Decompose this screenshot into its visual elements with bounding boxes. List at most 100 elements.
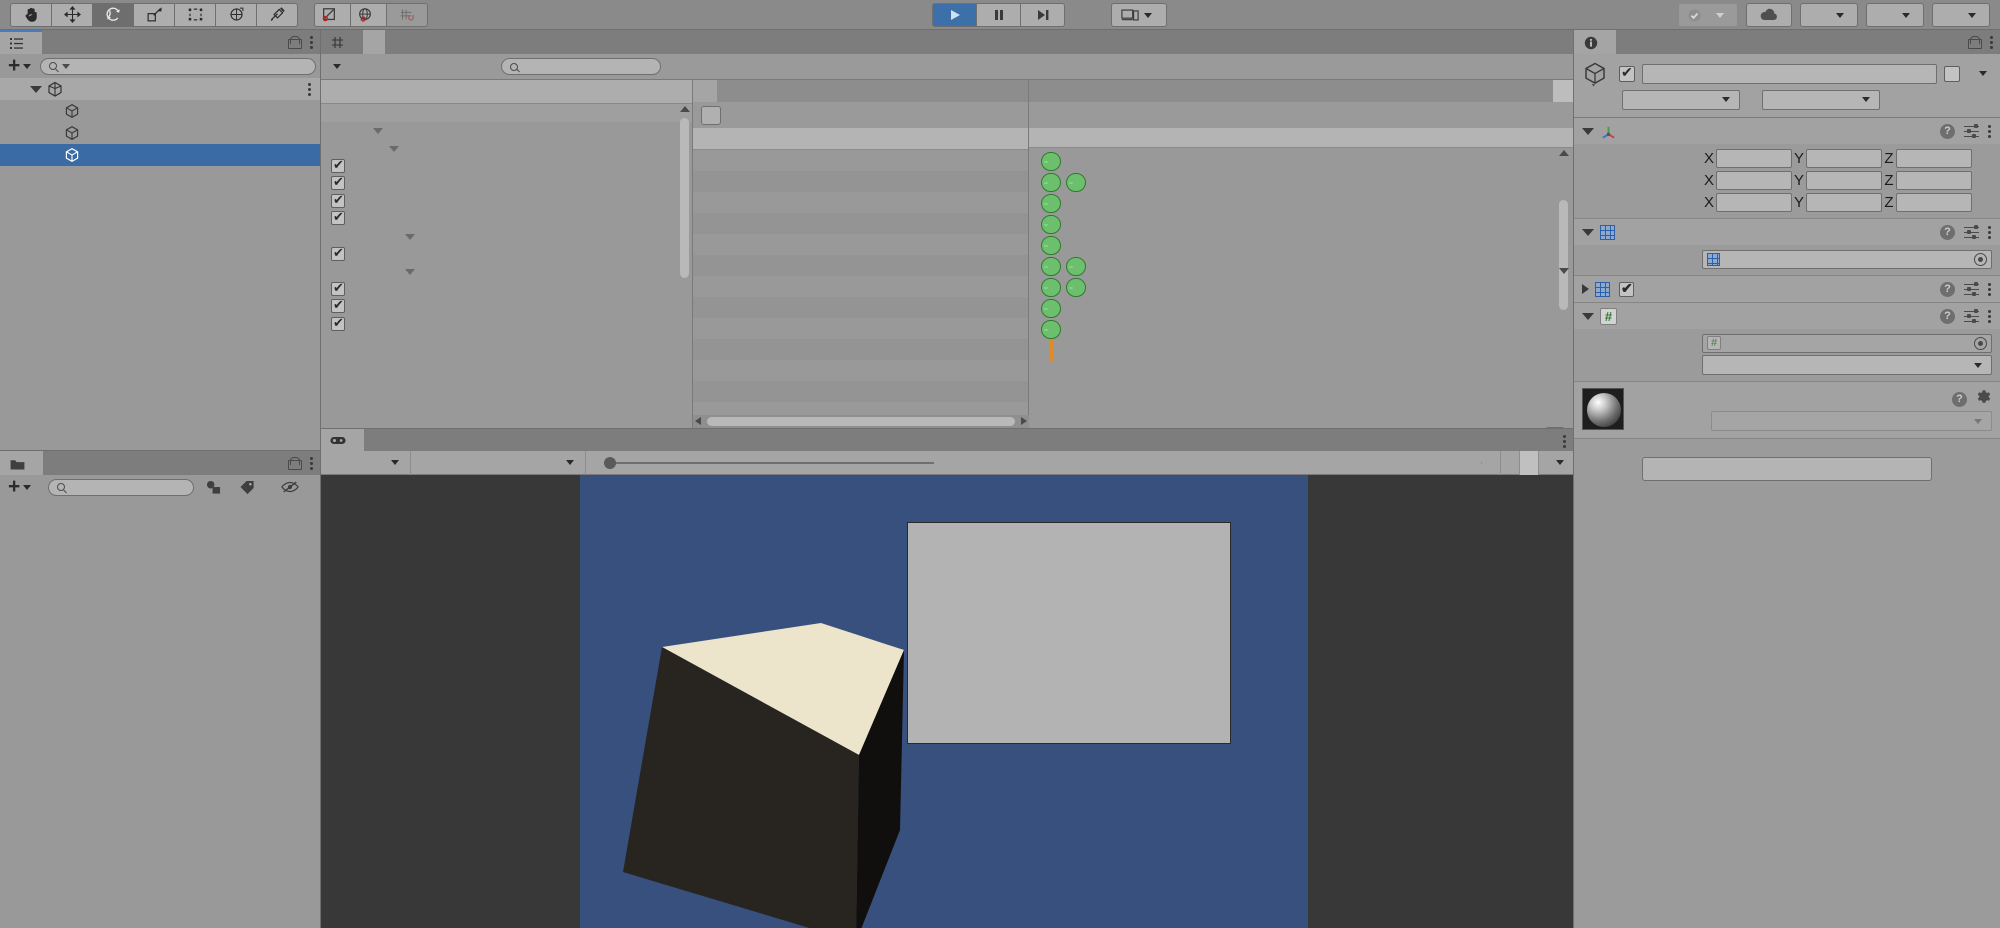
more-options-icon[interactable] [310, 34, 314, 50]
cloud-button[interactable] [1746, 3, 1792, 27]
layout-button[interactable] [1932, 3, 1990, 27]
help-icon[interactable]: ? [1940, 281, 1955, 297]
pivot-toggle-button[interactable] [314, 2, 351, 27]
gizmos-button[interactable] [1539, 451, 1573, 475]
divider-hierarchy-project[interactable] [0, 450, 320, 451]
expand-arrow-icon[interactable] [30, 85, 42, 93]
scale-slider-group[interactable] [586, 456, 1482, 469]
filter-by-type-button[interactable] [198, 477, 228, 497]
game-viewport[interactable] [321, 475, 1573, 928]
component-chip[interactable] [1066, 257, 1086, 276]
transform-header[interactable]: ? [1574, 118, 2000, 144]
tab-game[interactable] [321, 429, 364, 451]
rotation-z-input[interactable] [1896, 170, 1972, 190]
mute-audio-button[interactable] [1501, 450, 1520, 475]
expand-arrow-icon[interactable] [389, 145, 399, 152]
world-selector-dropdown[interactable] [321, 54, 471, 80]
step-button[interactable] [1020, 3, 1065, 27]
mesh-filter-header[interactable]: ? [1574, 219, 2000, 245]
aspect-ratio-dropdown[interactable] [411, 450, 586, 475]
preset-icon[interactable] [1964, 225, 1979, 240]
help-icon[interactable]: ? [1940, 308, 1955, 324]
lock-icon[interactable] [288, 35, 302, 49]
gear-icon[interactable] [1976, 389, 1992, 409]
system-row[interactable] [321, 157, 692, 175]
system-row[interactable] [321, 122, 692, 140]
component-chip[interactable] [1041, 278, 1061, 297]
scale-slider[interactable] [604, 456, 934, 469]
create-asset-button[interactable]: + [4, 476, 40, 497]
hierarchy-item-directional-light[interactable] [0, 122, 320, 144]
tag-dropdown[interactable] [1622, 89, 1740, 110]
tab-scene[interactable] [321, 30, 363, 54]
position-z-input[interactable] [1896, 148, 1972, 168]
conversion-mode-dropdown[interactable] [1702, 355, 1992, 375]
pause-button[interactable] [976, 3, 1021, 27]
create-object-button[interactable]: + [4, 55, 40, 76]
component-menu-icon[interactable] [1988, 224, 1992, 240]
lock-icon[interactable] [1968, 35, 1982, 49]
component-chip[interactable] [1041, 215, 1061, 234]
stats-button[interactable] [1520, 450, 1539, 475]
tab-entity-debugger[interactable] [363, 30, 385, 54]
tab-inspector[interactable] [1574, 30, 1616, 54]
more-options-icon[interactable] [310, 455, 314, 471]
systems-root-row[interactable] [321, 104, 692, 122]
scale-z-input[interactable] [1896, 192, 1972, 212]
component-chip[interactable] [1041, 236, 1061, 255]
component-chip[interactable] [1041, 257, 1061, 276]
expand-arrow-icon[interactable] [405, 269, 415, 276]
more-options-icon[interactable] [1990, 34, 1994, 50]
chunk-scrollbar[interactable] [1558, 148, 1569, 366]
scale-x-input[interactable] [1716, 192, 1792, 212]
snap-toggle-button[interactable] [386, 2, 428, 27]
system-enabled-checkbox[interactable] [331, 280, 345, 296]
hierarchy-item-cube[interactable] [0, 144, 320, 166]
tab-hierarchy[interactable] [0, 30, 42, 54]
system-row[interactable] [321, 297, 692, 316]
rotate-tool-button[interactable] [92, 2, 134, 27]
systems-scrollbar[interactable] [679, 104, 690, 439]
help-icon[interactable]: ? [1940, 123, 1955, 139]
static-dropdown-arrow-icon[interactable] [1979, 71, 1987, 76]
component-chip[interactable] [1066, 173, 1086, 192]
move-tool-button[interactable] [51, 2, 93, 27]
divider-center-game[interactable] [321, 428, 1573, 429]
tab-all-entities[interactable] [693, 80, 717, 102]
collapse-arrow-icon[interactable] [1582, 312, 1594, 320]
object-active-checkbox[interactable] [1619, 64, 1635, 82]
divider-hierarchy-center[interactable] [320, 30, 321, 928]
system-row[interactable] [321, 192, 692, 210]
display-dropdown[interactable] [321, 450, 411, 475]
system-row[interactable] [321, 280, 692, 298]
shader-dropdown[interactable] [1711, 411, 1992, 431]
hierarchy-scene-row[interactable] [0, 78, 320, 100]
help-icon[interactable]: ? [1940, 224, 1955, 240]
system-enabled-checkbox[interactable] [331, 174, 345, 191]
component-chip[interactable] [1041, 299, 1061, 318]
system-enabled-checkbox[interactable] [331, 297, 345, 314]
preset-icon[interactable] [1964, 282, 1979, 297]
play-button[interactable] [932, 3, 977, 27]
system-row[interactable] [321, 227, 692, 245]
mesh-object-field[interactable] [1702, 249, 1992, 269]
entity-debugger-search-input[interactable] [501, 58, 661, 75]
expand-arrow-icon[interactable] [405, 233, 415, 240]
hierarchy-item-main-camera[interactable] [0, 100, 320, 122]
hierarchy-search-input[interactable] [40, 57, 316, 75]
hidden-packages-indicator[interactable] [266, 477, 316, 497]
rotation-y-input[interactable] [1806, 170, 1882, 190]
collapse-arrow-icon[interactable] [1582, 127, 1594, 135]
object-name-input[interactable] [1642, 63, 1937, 84]
expand-arrow-icon[interactable] [373, 128, 383, 135]
component-chip[interactable] [1041, 320, 1061, 339]
system-row[interactable] [321, 139, 692, 157]
add-component-button[interactable] [1642, 457, 1932, 481]
tab-chunk-info[interactable] [1553, 80, 1573, 102]
lock-icon[interactable] [288, 456, 302, 470]
rect-tool-button[interactable] [174, 2, 216, 27]
collab-button[interactable] [1678, 3, 1738, 27]
object-picker-icon[interactable] [1974, 252, 1987, 266]
more-options-icon[interactable] [1563, 433, 1567, 449]
component-chip[interactable] [1041, 173, 1061, 192]
